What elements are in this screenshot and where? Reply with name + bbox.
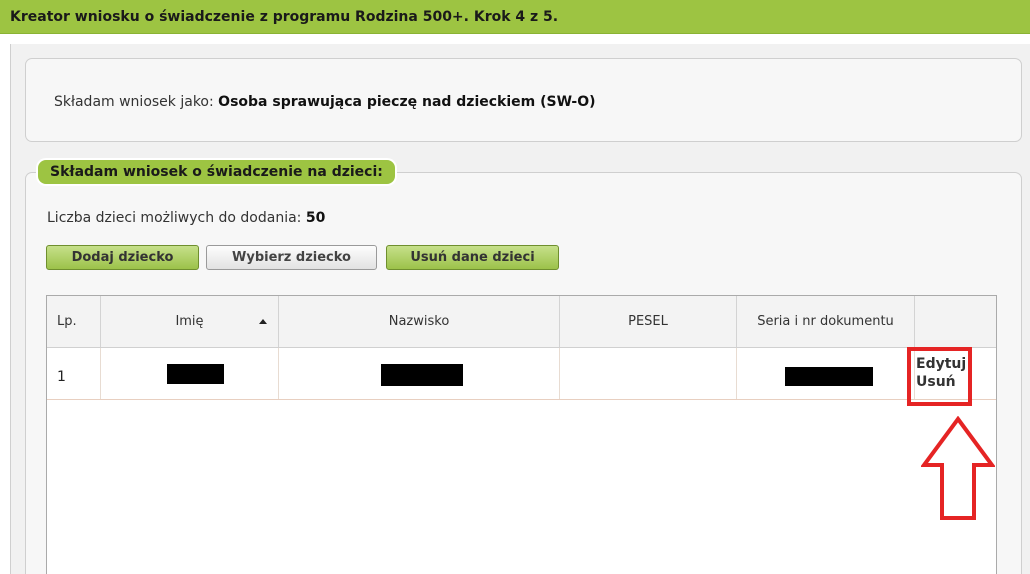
select-child-button[interactable]: Wybierz dziecko	[206, 245, 377, 270]
redacted-first-name	[167, 364, 224, 384]
column-header-imie[interactable]: Imię	[101, 296, 279, 347]
children-section-legend: Składam wniosek o świadczenie na dzieci:	[38, 160, 395, 184]
cell-lp: 1	[47, 348, 101, 399]
wizard-title-bar: Kreator wniosku o świadczenie z programu…	[0, 0, 1030, 34]
children-count-value: 50	[305, 210, 326, 226]
row-lp: 1	[57, 369, 66, 385]
cell-imie	[101, 348, 279, 399]
cell-pesel	[560, 348, 737, 399]
redacted-last-name	[381, 364, 463, 386]
column-header-actions	[915, 296, 996, 347]
applicant-label: Składam wniosek jako:	[54, 94, 214, 110]
add-child-button[interactable]: Dodaj dziecko	[46, 245, 199, 270]
highlight-box	[907, 347, 972, 406]
column-header-lp[interactable]: Lp.	[47, 296, 101, 347]
redacted-document-number	[785, 367, 873, 386]
children-count-label: Liczba dzieci możliwych do dodania:	[47, 210, 302, 226]
column-header-imie-label: Imię	[175, 314, 204, 329]
column-header-nazwisko[interactable]: Nazwisko	[279, 296, 560, 347]
remove-children-data-button[interactable]: Usuń dane dzieci	[386, 245, 559, 270]
children-count: Liczba dzieci możliwych do dodania: 50	[47, 210, 325, 226]
applicant-line: Składam wniosek jako: Osoba sprawująca p…	[54, 94, 596, 110]
column-header-pesel[interactable]: PESEL	[560, 296, 737, 347]
sort-ascending-icon	[259, 319, 267, 324]
applicant-type: Osoba sprawująca pieczę nad dzieckiem (S…	[218, 94, 596, 110]
table-row[interactable]: 1	[47, 348, 996, 400]
wizard-title: Kreator wniosku o świadczenie z programu…	[10, 9, 559, 25]
applicant-panel: Składam wniosek jako: Osoba sprawująca p…	[25, 58, 1022, 142]
up-arrow-outline-icon	[921, 416, 995, 520]
cell-document	[737, 348, 915, 399]
children-table: Lp. Imię Nazwisko PESEL Seria i nr dokum…	[46, 295, 997, 574]
column-header-document[interactable]: Seria i nr dokumentu	[737, 296, 915, 347]
table-header: Lp. Imię Nazwisko PESEL Seria i nr dokum…	[47, 296, 996, 348]
cell-nazwisko	[279, 348, 560, 399]
